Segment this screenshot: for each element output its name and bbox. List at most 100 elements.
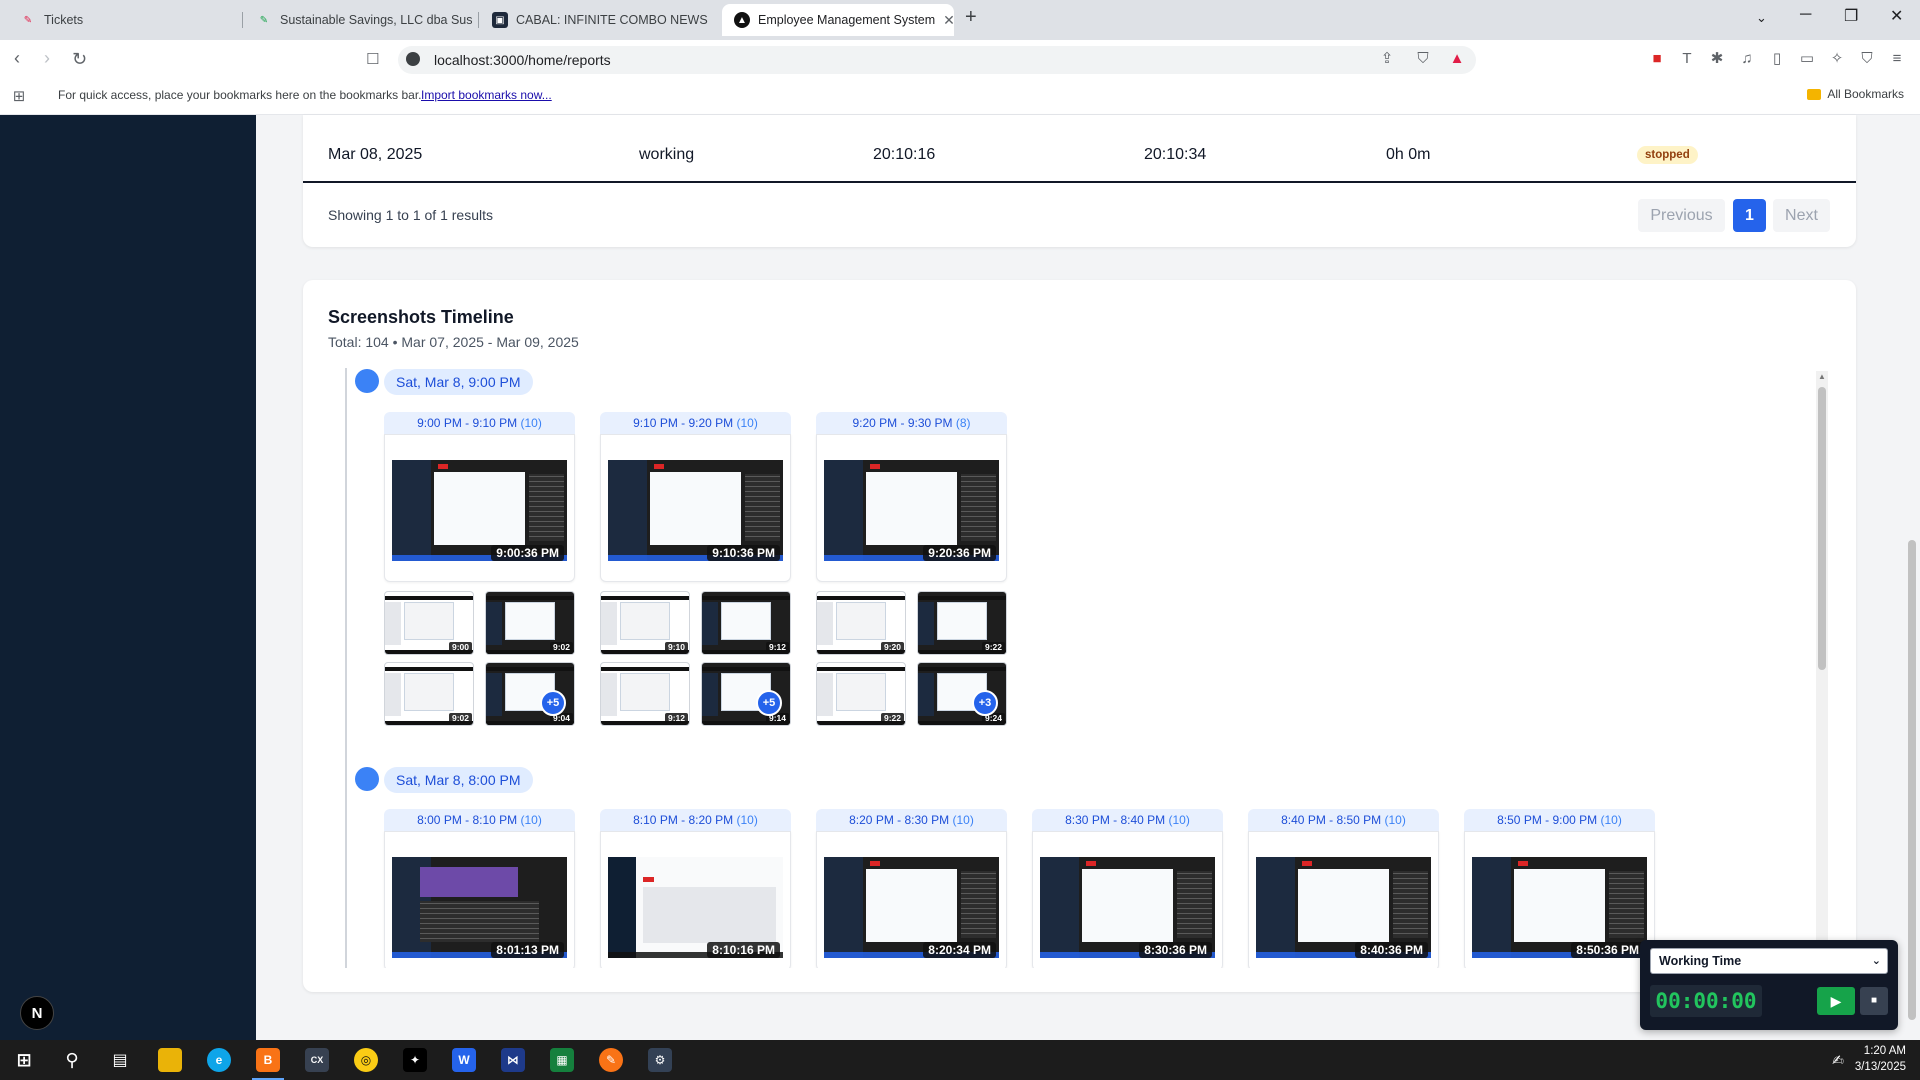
screenshot-thumbnail[interactable]: 9:02 <box>485 591 575 655</box>
all-bookmarks-button[interactable]: All Bookmarks <box>1807 87 1904 101</box>
slot-main-screenshot[interactable]: 9:20:36 PM <box>816 434 1007 582</box>
chat-app-icon[interactable]: ◎ <box>354 1048 378 1072</box>
tab-employee-management[interactable]: ▲ Employee Management System ✕ <box>722 4 954 36</box>
slot-header[interactable]: 8:00 PM - 8:10 PM (10) <box>384 809 575 831</box>
screenshot-time: 8:10:16 PM <box>707 942 780 958</box>
spreadsheet-icon[interactable]: ▦ <box>550 1048 574 1072</box>
tab-cabal-news[interactable]: ▣ CABAL: INFINITE COMBO NEWS <box>480 4 718 36</box>
apps-grid-icon[interactable]: ⊞ <box>10 88 28 106</box>
slot-header[interactable]: 9:10 PM - 9:20 PM (10) <box>600 412 791 434</box>
slot-count: (10) <box>952 813 974 827</box>
windows-start-icon[interactable]: ⊞ <box>12 1048 36 1072</box>
extension-red-icon[interactable]: ■ <box>1648 50 1666 68</box>
next-page-button[interactable]: Next <box>1773 199 1830 232</box>
media-icon[interactable]: ♫ <box>1738 50 1756 68</box>
brave-rewards-icon[interactable]: ▲ <box>1448 50 1466 68</box>
thumbnail-time: 9:22 <box>981 642 1005 652</box>
vscode-icon[interactable]: ⋈ <box>501 1048 525 1072</box>
slot-header[interactable]: 8:50 PM - 9:00 PM (10) <box>1464 809 1655 831</box>
terminal-icon[interactable]: CX <box>305 1048 329 1072</box>
clock-time: 1:20 AM <box>1863 1045 1906 1057</box>
slot-main-screenshot[interactable]: 8:10:16 PM <box>600 831 791 971</box>
start-timer-button[interactable]: ▶ <box>1817 987 1855 1015</box>
search-icon[interactable]: ⚲ <box>60 1048 84 1072</box>
leo-ai-icon[interactable]: ✧ <box>1828 50 1846 68</box>
forward-icon[interactable]: › <box>44 48 50 69</box>
tab-sustainable-savings[interactable]: ✎ Sustainable Savings, LLC dba Sustai <box>244 4 472 36</box>
sidebar-toggle-icon[interactable]: ▯ <box>1768 50 1786 68</box>
stop-timer-button[interactable]: ■ <box>1860 987 1888 1015</box>
tab-search-icon[interactable]: ⌄ <box>1756 10 1767 26</box>
page-1-button[interactable]: 1 <box>1733 199 1766 232</box>
restore-icon[interactable]: ❐ <box>1844 6 1858 26</box>
previous-page-button[interactable]: Previous <box>1638 199 1725 232</box>
import-bookmarks-link[interactable]: Import bookmarks now... <box>421 88 552 102</box>
thumbnail-time: 9:12 <box>664 713 688 723</box>
more-screenshots-badge[interactable]: +5 <box>756 690 782 716</box>
bookmark-page-icon[interactable]: ☐ <box>366 50 379 68</box>
screenshot-thumbnail[interactable]: 9:22 <box>816 662 906 726</box>
word-icon[interactable]: W <box>452 1048 476 1072</box>
scroll-up-icon[interactable]: ▲ <box>1818 372 1826 381</box>
timer-mode-select[interactable]: Working Time ⌄ <box>1650 948 1888 974</box>
share-icon[interactable]: ⇪ <box>1378 50 1396 68</box>
postman-icon[interactable]: ✎ <box>599 1048 623 1072</box>
pen-tray-icon[interactable]: ✍ <box>1826 1048 1850 1072</box>
screenshot-thumbnail[interactable]: 9:12 <box>701 591 791 655</box>
task-view-icon[interactable]: ▤ <box>108 1048 132 1072</box>
slot-main-screenshot[interactable]: 9:10:36 PM <box>600 434 791 582</box>
new-tab-icon[interactable]: + <box>965 6 977 29</box>
page-scrollbar-thumb[interactable] <box>1908 540 1916 1020</box>
close-tab-icon[interactable]: ✕ <box>935 12 954 29</box>
slot-main-screenshot[interactable]: 9:00:36 PM <box>384 434 575 582</box>
brave-shields-icon[interactable]: ⛉ <box>1414 50 1432 68</box>
vpn-icon[interactable]: ⛉ <box>1858 50 1876 68</box>
slot-header[interactable]: 8:20 PM - 8:30 PM (10) <box>816 809 1007 831</box>
scrollbar-thumb[interactable] <box>1818 387 1826 670</box>
reload-icon[interactable]: ↻ <box>72 49 87 70</box>
timeline-bottom-mask <box>330 968 1830 990</box>
screenshot-thumbnail[interactable]: 9:10 <box>600 591 690 655</box>
screenshot-thumbnail[interactable]: 9:20 <box>816 591 906 655</box>
extensions-puzzle-icon[interactable]: ✱ <box>1708 50 1726 68</box>
tab-tickets[interactable]: ✎ Tickets <box>8 4 240 36</box>
nextjs-dev-badge[interactable]: N <box>20 996 54 1030</box>
slot-main-screenshot[interactable]: 8:40:36 PM <box>1248 831 1439 971</box>
back-icon[interactable]: ‹ <box>14 48 20 69</box>
slot-header[interactable]: 8:30 PM - 8:40 PM (10) <box>1032 809 1223 831</box>
system-clock[interactable]: 1:20 AM 3/13/2025 <box>1855 1043 1906 1075</box>
minimize-icon[interactable]: ─ <box>1800 6 1811 24</box>
slot-main-screenshot[interactable]: 8:01:13 PM <box>384 831 575 971</box>
slot-main-screenshot[interactable]: 8:20:34 PM <box>816 831 1007 971</box>
slot-range: 9:20 PM - 9:30 PM <box>852 416 953 430</box>
slot-main-screenshot[interactable]: 8:50:36 PM <box>1464 831 1655 971</box>
screenshot-thumbnail[interactable]: 9:12 <box>600 662 690 726</box>
slot-range: 9:00 PM - 9:10 PM <box>417 416 518 430</box>
clock-date: 3/13/2025 <box>1854 1061 1906 1073</box>
address-bar[interactable]: localhost:3000/home/reports <box>398 46 1476 74</box>
cursor-app-icon[interactable]: ✦ <box>403 1048 427 1072</box>
settings-gear-icon[interactable]: ⚙ <box>648 1048 672 1072</box>
more-screenshots-badge[interactable]: +5 <box>540 690 566 716</box>
close-window-icon[interactable]: ✕ <box>1890 6 1903 26</box>
hour-dot <box>355 767 379 791</box>
wallet-icon[interactable]: ▭ <box>1798 50 1816 68</box>
site-info-icon[interactable] <box>406 52 420 66</box>
extension-t-icon[interactable]: T <box>1678 50 1696 68</box>
menu-icon[interactable]: ≡ <box>1888 50 1906 68</box>
slot-header[interactable]: 9:20 PM - 9:30 PM (8) <box>816 412 1007 434</box>
bookmarks-hint: For quick access, place your bookmarks h… <box>58 88 422 102</box>
brave-icon[interactable]: B <box>256 1048 280 1072</box>
slot-header[interactable]: 9:00 PM - 9:10 PM (10) <box>384 412 575 434</box>
slot-range: 8:20 PM - 8:30 PM <box>849 813 950 827</box>
slot-header[interactable]: 8:10 PM - 8:20 PM (10) <box>600 809 791 831</box>
slot-range: 8:50 PM - 9:00 PM <box>1497 813 1598 827</box>
file-explorer-icon[interactable] <box>158 1048 182 1072</box>
more-screenshots-badge[interactable]: +3 <box>972 690 998 716</box>
screenshot-thumbnail[interactable]: 9:22 <box>917 591 1007 655</box>
slot-header[interactable]: 8:40 PM - 8:50 PM (10) <box>1248 809 1439 831</box>
screenshot-thumbnail[interactable]: 9:02 <box>384 662 474 726</box>
edge-icon[interactable]: e <box>207 1048 231 1072</box>
slot-main-screenshot[interactable]: 8:30:36 PM <box>1032 831 1223 971</box>
screenshot-thumbnail[interactable]: 9:00 <box>384 591 474 655</box>
